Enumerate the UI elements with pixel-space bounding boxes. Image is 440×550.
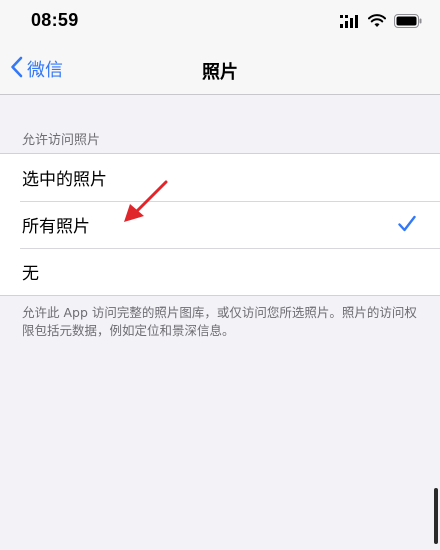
scroll-indicator <box>434 488 438 544</box>
option-none[interactable]: 无 <box>0 248 440 295</box>
section-footer: 允许此 App 访问完整的照片图库，或仅访问您所选照片。照片的访问权限包括元数据… <box>22 305 417 338</box>
battery-icon <box>394 13 422 32</box>
option-label: 选中的照片 <box>22 170 107 190</box>
status-icons <box>340 13 422 31</box>
checkmark-icon <box>398 215 416 237</box>
status-bar: 08:59 <box>0 0 440 42</box>
wifi-icon <box>368 13 386 32</box>
photo-access-options: 选中的照片 所有照片 无 <box>0 153 440 296</box>
page-title: 照片 <box>202 62 238 83</box>
status-time: 08:59 <box>31 10 79 30</box>
red-arrow-annotation <box>118 178 174 230</box>
cellular-signal-icon <box>340 13 360 32</box>
settings-screen: 08:59 微信 照片 允许访问照片 选中的照片 所有照片 无 允许此 App … <box>0 0 440 550</box>
section-header: 允许访问照片 <box>22 133 101 148</box>
option-label: 所有照片 <box>22 217 90 237</box>
navigation-bar: 微信 照片 <box>0 42 440 95</box>
option-all-photos[interactable]: 所有照片 <box>0 201 440 248</box>
option-label: 无 <box>22 264 39 284</box>
option-selected-photos[interactable]: 选中的照片 <box>0 154 440 201</box>
